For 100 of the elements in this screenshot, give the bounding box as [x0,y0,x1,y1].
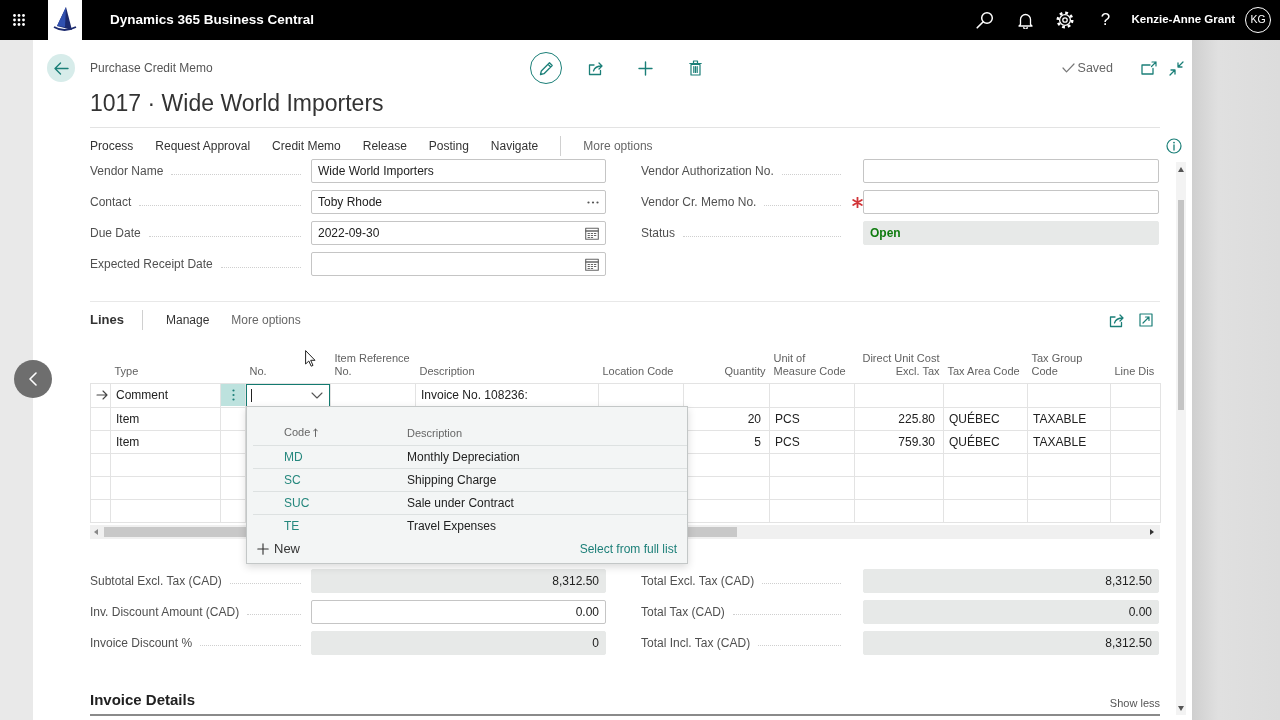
field-label: Expected Receipt Date [90,256,213,273]
field-label: Status [641,225,676,242]
table-cell: 225.80 [854,407,944,430]
input-field[interactable]: Wide World Importers [311,159,606,183]
lines-action[interactable]: More options [231,311,301,329]
pop-out-icon[interactable] [1141,61,1157,75]
help-button[interactable]: ? [1096,10,1115,30]
column-header: Item Reference No. [334,351,410,377]
lookup-field[interactable]: Toby Rhode [311,190,606,214]
column-header: Direct Unit Cost Excl. Tax [862,351,940,377]
show-less-link[interactable]: Show less [1109,694,1160,711]
more-options-button[interactable]: More options [583,137,653,155]
table-cell: PCS [769,430,855,453]
section-title: Lines [90,311,124,330]
search-icon[interactable] [976,11,995,29]
calendar-icon[interactable] [585,257,599,271]
field-label: Total Excl. Tax (CAD) [641,572,755,590]
table-cell: TAXABLE [1027,407,1111,430]
ellipsis-icon[interactable] [587,200,599,204]
trash-icon[interactable] [689,60,702,76]
field-label: Vendor Authorization No. [641,163,774,180]
app-launcher-icon[interactable] [13,14,25,26]
pencil-icon [538,60,554,76]
column-header: Description [407,426,463,439]
page-title: 1017 · Wide World Importers [89,89,385,118]
vertical-dots-icon [231,389,235,401]
section-title: Invoice Details [90,689,196,710]
column-header: Location Code [602,364,674,377]
field-label: Invoice Discount % [90,634,193,652]
bell-icon[interactable] [1018,11,1033,29]
field-label: Due Date [90,225,141,242]
table-cell: Invoice No. 108236: [415,383,599,407]
column-header: Tax Group Code [1031,351,1083,377]
read-only-field: 8,312.50 [863,568,1159,593]
field-label: Vendor Cr. Memo No. [641,194,757,211]
table-cell: PCS [769,407,855,430]
read-only-field: 0.00 [863,599,1159,624]
input-field[interactable] [863,190,1159,214]
dropdown-field[interactable] [246,383,330,407]
column-header: Tax Area Code [947,364,1020,377]
vertical-scrollbar[interactable] [1176,162,1186,715]
logo-icon[interactable] [48,0,82,40]
read-only-field: 8,312.50 [863,630,1159,655]
page-caption: Purchase Credit Memo [90,61,213,76]
table-cell: Item [110,407,221,430]
column-header: Type [114,364,139,377]
settings-icon[interactable] [1056,11,1075,29]
action-menu[interactable]: Credit Memo [272,137,341,155]
lines-action[interactable]: Manage [165,311,210,329]
table-cell: TAXABLE [1027,430,1111,453]
column-header: Line Dis [1114,364,1155,377]
action-menu[interactable]: Request Approval [155,137,251,155]
input-field[interactable]: 0.00 [311,599,606,624]
date-field[interactable]: 2022-09-30 [311,221,606,245]
calendar-icon[interactable] [585,226,599,240]
column-header: No. [249,364,267,377]
lookup-option[interactable]: MD Monthly Depreciation [253,444,687,468]
field-label: Inv. Discount Amount (CAD) [90,603,240,621]
action-menu[interactable]: Release [362,137,407,155]
chevron-down-icon[interactable] [311,391,323,399]
read-only-field: 8,312.50 [311,568,606,593]
mouse-pointer-icon [305,350,316,367]
new-button[interactable]: New [257,538,300,559]
share-icon[interactable] [1109,312,1125,328]
table-cell: QUÉBEC [943,407,1028,430]
action-menu[interactable]: Posting [428,137,469,155]
app-title: Dynamics 365 Business Central [110,10,315,29]
edit-button[interactable] [530,52,562,84]
share-icon[interactable] [588,60,604,76]
column-header: Code [284,425,311,441]
collapse-arrows-icon[interactable] [1169,60,1184,76]
lookup-option[interactable]: SUC Sale under Contract [253,490,687,514]
field-label: Total Incl. Tax (CAD) [641,634,751,652]
field-label: Contact [90,194,132,211]
action-menu[interactable]: Navigate [490,137,539,155]
date-field[interactable] [311,252,606,276]
table-cell: QUÉBEC [943,430,1028,453]
field-label: Subtotal Excl. Tax (CAD) [90,572,222,590]
table-cell: 759.30 [854,430,944,453]
status-field: Open [863,221,1159,245]
info-icon[interactable] [1166,138,1182,154]
select-full-list-link[interactable]: Select from full list [579,539,677,558]
user-name: Kenzie-Anne Grant [1131,12,1235,28]
column-header: Quantity [724,364,766,377]
column-header: Description [419,364,475,377]
arrow-left-icon [53,61,69,75]
action-menu[interactable]: Process [90,137,134,155]
read-only-field: 0 [311,630,606,655]
table-cell: Comment [110,383,221,407]
expand-icon[interactable] [1139,313,1153,327]
chevron-left-icon [29,372,37,386]
lookup-option[interactable]: TE Travel Expenses [253,513,687,537]
field-label: Vendor Name [90,163,164,180]
field-label: Total Tax (CAD) [641,603,725,621]
plus-icon [257,542,269,555]
input-field[interactable] [863,159,1159,183]
lookup-option[interactable]: SC Shipping Charge [253,467,687,491]
plus-icon[interactable] [638,60,653,76]
column-header: Unit of Measure Code [773,351,846,377]
back-button[interactable] [47,54,75,82]
